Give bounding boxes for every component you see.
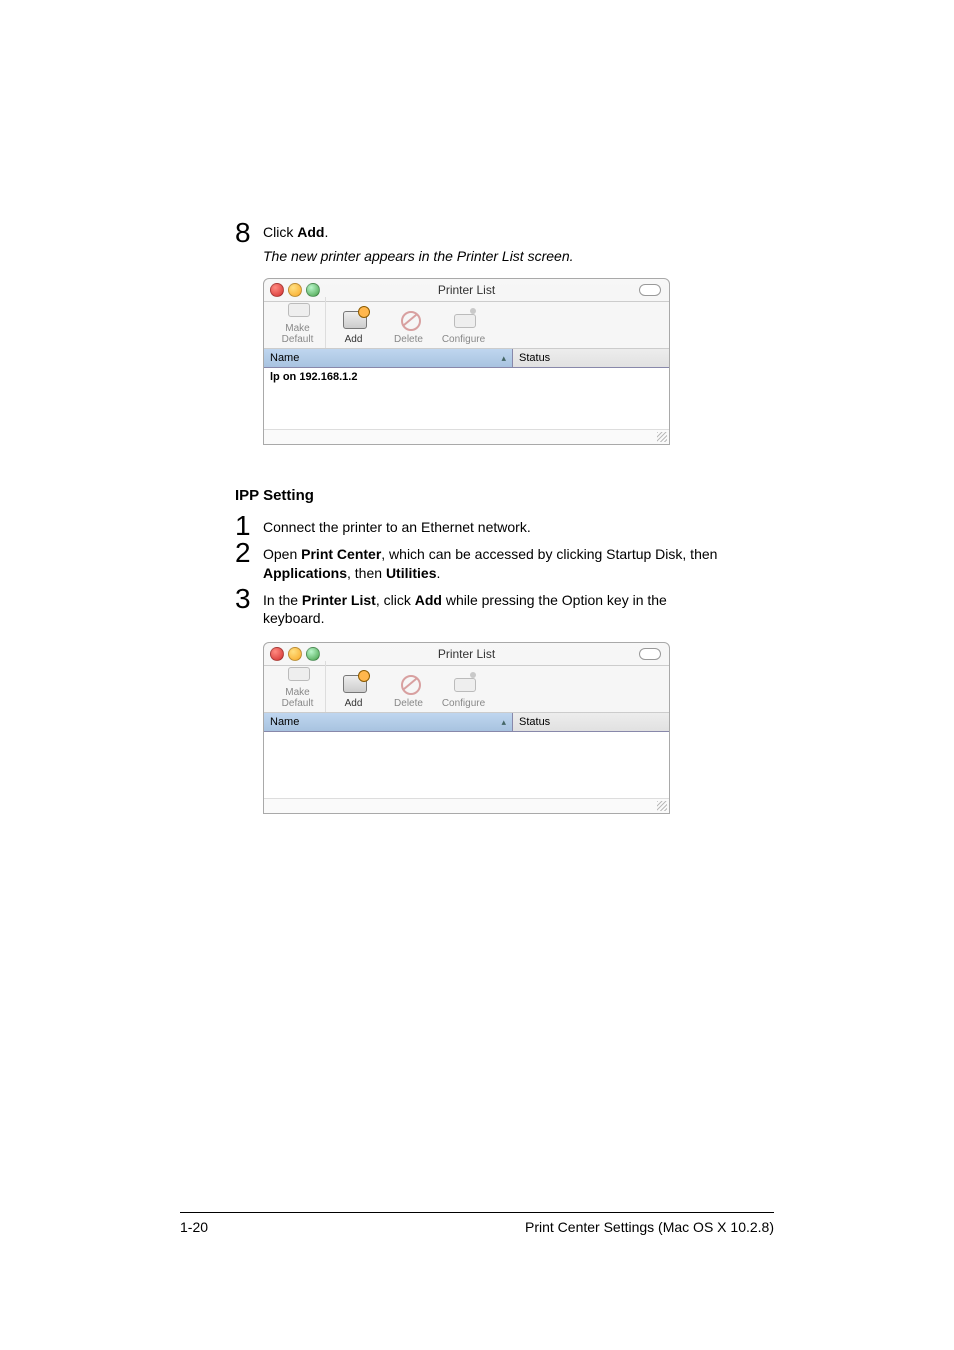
toolbar: Make Default Add Delete Configure: [264, 665, 669, 713]
step2-b3: Utilities: [386, 565, 437, 581]
list-item[interactable]: lp on 192.168.1.2: [270, 371, 357, 383]
step2-b2: Applications: [263, 565, 347, 581]
column-status[interactable]: Status: [512, 349, 669, 367]
configure-icon: [450, 308, 478, 332]
step3-text: In the Printer List, click Add while pre…: [263, 589, 725, 629]
add-printer-icon: [340, 672, 368, 696]
titlebar: Printer List: [264, 279, 669, 301]
add-label: Add: [345, 698, 363, 709]
section-heading-ipp: IPP Setting: [235, 487, 725, 504]
configure-button: Configure: [436, 672, 491, 712]
add-printer-icon: [340, 308, 368, 332]
traffic-lights: [270, 283, 320, 297]
column-headers: Name Status: [264, 349, 669, 368]
add-button[interactable]: Add: [326, 672, 381, 712]
close-icon[interactable]: [270, 283, 284, 297]
add-button[interactable]: Add: [326, 308, 381, 348]
add-label: Add: [345, 334, 363, 345]
make-default-button: Make Default: [270, 297, 326, 348]
step2-mid2: , then: [347, 565, 386, 581]
make-default-icon: [284, 661, 312, 685]
make-default-label: Make Default: [282, 687, 314, 709]
toolbar: Make Default Add Delete Configure: [264, 301, 669, 349]
step-1: 1 Connect the printer to an Ethernet net…: [235, 516, 725, 537]
delete-label: Delete: [394, 698, 423, 709]
step-3: 3 In the Printer List, click Add while p…: [235, 589, 725, 629]
configure-label: Configure: [442, 698, 485, 709]
zoom-icon[interactable]: [306, 283, 320, 297]
traffic-lights: [270, 647, 320, 661]
step2-prefix: Open: [263, 546, 301, 562]
minimize-icon[interactable]: [288, 283, 302, 297]
step2-text: Open Print Center, which can be accessed…: [263, 543, 725, 583]
delete-label: Delete: [394, 334, 423, 345]
configure-label: Configure: [442, 334, 485, 345]
configure-button: Configure: [436, 308, 491, 348]
window-footer: [264, 429, 669, 444]
printer-list-window-2: Printer List Make Default Add Delete: [263, 642, 670, 814]
make-default-label: Make Default: [282, 323, 314, 345]
configure-icon: [450, 672, 478, 696]
window-title: Printer List: [264, 279, 669, 301]
step3-mid1: , click: [376, 592, 415, 608]
titlebar: Printer List: [264, 643, 669, 665]
minimize-icon[interactable]: [288, 647, 302, 661]
close-icon[interactable]: [270, 647, 284, 661]
window-title: Printer List: [264, 643, 669, 665]
printer-list-window-1: Printer List Make Default Add Delete: [263, 278, 670, 445]
step-number-3: 3: [235, 583, 251, 615]
delete-icon: [395, 672, 423, 696]
toolbar-toggle-icon[interactable]: [639, 284, 661, 296]
zoom-icon[interactable]: [306, 647, 320, 661]
step-2: 2 Open Print Center, which can be access…: [235, 543, 725, 583]
step8-suffix: .: [324, 224, 328, 240]
printer-list-body: lp on 192.168.1.2: [264, 368, 669, 429]
step2-mid1: , which can be accessed by clicking Star…: [381, 546, 717, 562]
step-number-2: 2: [235, 537, 251, 569]
page-footer-title: Print Center Settings (Mac OS X 10.2.8): [525, 1219, 774, 1235]
window-footer: [264, 798, 669, 813]
delete-button: Delete: [381, 672, 436, 712]
column-headers: Name Status: [264, 713, 669, 732]
column-name[interactable]: Name: [264, 349, 512, 367]
column-status[interactable]: Status: [512, 713, 669, 731]
make-default-button: Make Default: [270, 661, 326, 712]
page-number: 1-20: [180, 1219, 208, 1235]
column-name[interactable]: Name: [264, 713, 512, 731]
toolbar-toggle-icon[interactable]: [639, 648, 661, 660]
step8-prefix: Click: [263, 224, 297, 240]
step8-bold: Add: [297, 224, 324, 240]
step3-b2: Add: [415, 592, 442, 608]
printer-list-body-empty: [264, 732, 669, 798]
step2-suffix: .: [437, 565, 441, 581]
step3-b1: Printer List: [302, 592, 376, 608]
make-default-icon: [284, 297, 312, 321]
step2-b1: Print Center: [301, 546, 381, 562]
step8-caption: The new printer appears in the Printer L…: [263, 248, 725, 264]
page-footer: 1-20 Print Center Settings (Mac OS X 10.…: [180, 1212, 774, 1235]
step-8-text: Click Add.: [263, 223, 725, 242]
step3-prefix: In the: [263, 592, 302, 608]
delete-button: Delete: [381, 308, 436, 348]
step-8: 8 Click Add. The new printer appears in …: [235, 223, 725, 264]
delete-icon: [395, 308, 423, 332]
step1-text: Connect the printer to an Ethernet netwo…: [263, 516, 725, 537]
step-number-8: 8: [235, 217, 251, 249]
